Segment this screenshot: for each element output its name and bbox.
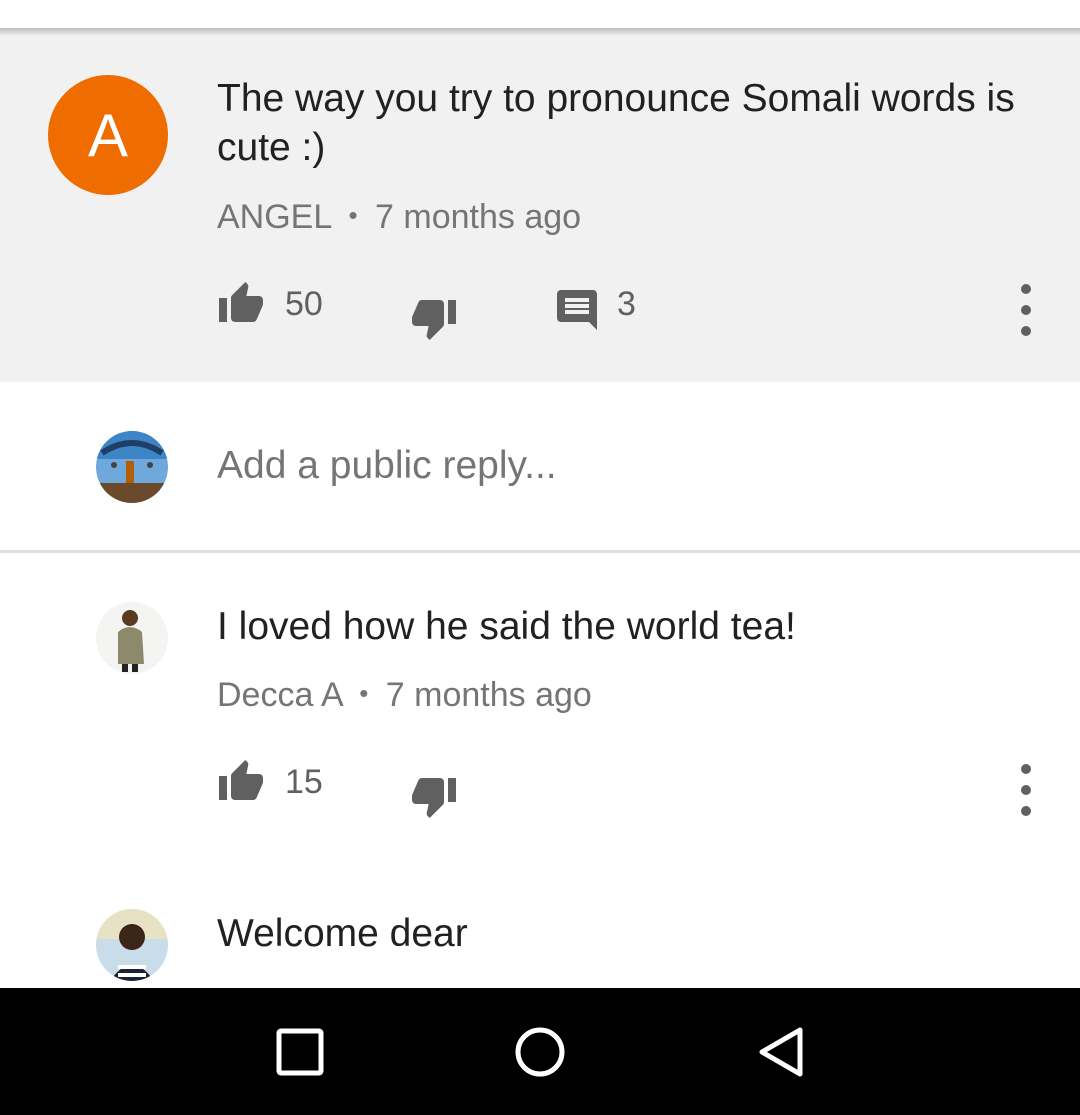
top-bar-shadow [0, 28, 1080, 36]
thumb-up-icon [219, 282, 263, 322]
comment-author[interactable]: Decca A [217, 676, 342, 714]
meta-separator: • [348, 200, 358, 230]
like-count: 15 [285, 762, 323, 801]
comment-time: 7 months ago [385, 676, 592, 714]
avatar[interactable] [96, 909, 168, 981]
comment-meta: Decca A • 7 months ago [217, 676, 592, 715]
thumb-down-icon [412, 300, 456, 340]
thumb-down-icon [412, 778, 456, 818]
circle-icon[interactable] [514, 1026, 566, 1078]
avatar[interactable] [96, 602, 168, 674]
more-vert-icon-dot [1021, 785, 1031, 795]
dislike-button[interactable] [410, 294, 458, 342]
comment-meta: ANGEL • 7 months ago [217, 198, 581, 237]
comment-text: The way you try to pronounce Somali word… [217, 77, 1015, 169]
avatar-photo-icon [96, 909, 168, 981]
more-options-button[interactable] [1016, 284, 1036, 336]
more-vert-icon-dot [1021, 284, 1031, 294]
thumb-up-icon [219, 760, 263, 800]
my-avatar[interactable] [96, 431, 168, 503]
top-bar [0, 0, 1080, 28]
like-button[interactable]: 15 [217, 758, 323, 806]
square-icon[interactable] [276, 1028, 324, 1076]
comment-author[interactable]: ANGEL [217, 198, 331, 236]
reply-input[interactable]: Add a public reply... [217, 444, 557, 488]
more-vert-icon-dot [1021, 806, 1031, 816]
reply-count: 3 [617, 284, 636, 323]
comment-time: 7 months ago [375, 198, 582, 236]
like-button[interactable]: 50 [217, 280, 323, 328]
avatar-photo-icon [96, 431, 168, 503]
comment-text: I loved how he said the world tea! [217, 605, 796, 648]
reply-count-button[interactable]: 3 [553, 284, 636, 334]
comment-text: Welcome dear [217, 912, 468, 955]
dislike-button[interactable] [410, 772, 458, 820]
avatar-letter: A [87, 101, 129, 169]
like-count: 50 [285, 284, 323, 323]
system-nav-bar [0, 988, 1080, 1115]
triangle-back-icon[interactable] [756, 1026, 806, 1078]
divider [0, 550, 1080, 553]
more-vert-icon-dot [1021, 326, 1031, 336]
comment-icon [557, 290, 597, 330]
more-options-button[interactable] [1016, 764, 1036, 816]
parent-comment: A The way you try to pronounce Somali wo… [0, 28, 1080, 382]
meta-separator: • [359, 678, 369, 708]
avatar[interactable]: A [48, 75, 168, 195]
more-vert-icon-dot [1021, 764, 1031, 774]
more-vert-icon-dot [1021, 305, 1031, 315]
avatar-photo-icon [96, 602, 168, 674]
add-reply-row: Add a public reply... [0, 382, 1080, 550]
